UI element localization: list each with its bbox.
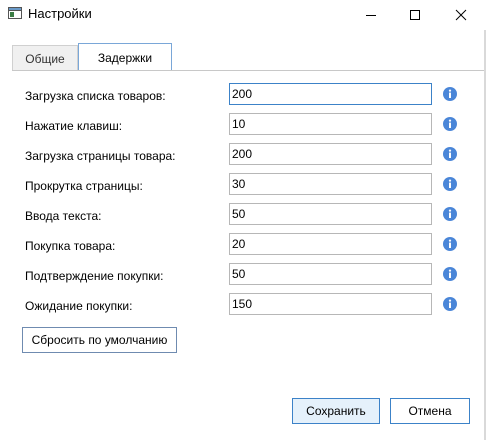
info-icon[interactable] — [442, 176, 458, 192]
field-label-key-press: Нажатие клавиш: — [25, 119, 123, 133]
info-icon[interactable] — [442, 296, 458, 312]
product-list-load-input[interactable] — [229, 83, 432, 105]
product-purchase-input[interactable] — [229, 233, 432, 255]
tab-general[interactable]: Общие — [12, 45, 78, 71]
tab-panel-border — [12, 70, 484, 71]
app-icon — [8, 7, 22, 19]
key-press-input[interactable] — [229, 113, 432, 135]
info-icon[interactable] — [442, 86, 458, 102]
field-label-purchase-confirm: Подтверждение покупки: — [25, 269, 164, 283]
window-title: Настройки — [28, 6, 92, 21]
product-page-load-input[interactable] — [229, 143, 432, 165]
info-icon[interactable] — [442, 266, 458, 282]
cancel-button[interactable]: Отмена — [390, 398, 470, 424]
text-input-delay-input[interactable] — [229, 203, 432, 225]
purchase-wait-input[interactable] — [229, 293, 432, 315]
purchase-confirm-input[interactable] — [229, 263, 432, 285]
save-button[interactable]: Сохранить — [292, 398, 380, 424]
maximize-button[interactable] — [392, 0, 438, 30]
reset-defaults-button[interactable]: Сбросить по умолчанию — [22, 327, 177, 353]
close-icon — [455, 9, 467, 21]
settings-window: Настройки Общие Задержки Загрузка списка… — [0, 0, 486, 440]
minimize-icon — [366, 15, 376, 16]
field-label-product-page-load: Загрузка страницы товара: — [25, 149, 176, 163]
field-label-product-list-load: Загрузка списка товаров: — [25, 89, 166, 103]
field-label-page-scroll: Прокрутка страницы: — [25, 179, 143, 193]
field-label-product-purchase: Покупка товара: — [25, 239, 116, 253]
close-button[interactable] — [438, 0, 484, 30]
field-label-purchase-wait: Ожидание покупки: — [25, 299, 133, 313]
info-icon[interactable] — [442, 146, 458, 162]
info-icon[interactable] — [442, 206, 458, 222]
info-icon[interactable] — [442, 116, 458, 132]
minimize-button[interactable] — [348, 0, 394, 30]
field-label-text-input: Ввода текста: — [25, 209, 102, 223]
page-scroll-input[interactable] — [229, 173, 432, 195]
info-icon[interactable] — [442, 236, 458, 252]
tab-delays[interactable]: Задержки — [78, 43, 172, 71]
title-bar: Настройки — [0, 0, 486, 30]
maximize-icon — [410, 10, 420, 20]
